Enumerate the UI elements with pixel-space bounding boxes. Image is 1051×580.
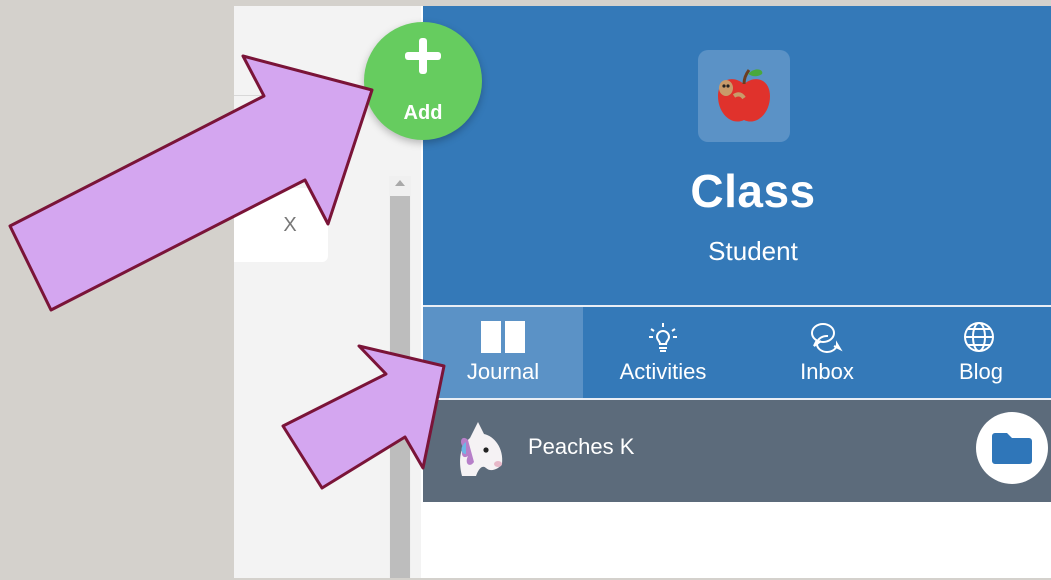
panel-divider — [234, 95, 374, 96]
tab-blog-label: Blog — [958, 359, 1004, 384]
folder-button[interactable] — [976, 412, 1048, 484]
tab-journal-label: Journal — [466, 359, 540, 384]
student-name: Peaches K — [528, 434, 635, 459]
folder-icon — [992, 433, 1032, 464]
tab-blog[interactable]: Blog — [911, 307, 1051, 399]
student-row[interactable] — [423, 400, 1051, 502]
unicorn-icon — [460, 414, 503, 476]
class-title: Class — [690, 165, 816, 217]
add-button[interactable]: Add — [364, 22, 482, 140]
tab-activities-label: Activities — [619, 359, 707, 384]
tab-inbox[interactable]: Inbox — [743, 307, 911, 399]
tab-journal[interactable]: Journal — [423, 307, 583, 399]
add-button-label: Add — [403, 102, 443, 124]
globe-icon — [964, 322, 994, 352]
class-subtitle: Student — [708, 236, 798, 266]
scroll-up-arrow-icon[interactable] — [395, 180, 405, 186]
tab-inbox-label: Inbox — [800, 359, 854, 384]
lightbulb-icon — [649, 323, 677, 352]
close-button[interactable]: X — [277, 212, 303, 238]
journal-content — [423, 502, 1051, 578]
chat-bubbles-icon — [811, 323, 843, 353]
class-icon — [698, 50, 790, 142]
apple-icon — [718, 69, 770, 122]
scrollbar-thumb[interactable] — [390, 196, 410, 578]
tab-activities[interactable]: Activities — [583, 307, 743, 399]
plus-icon — [405, 38, 441, 74]
book-icon — [481, 321, 525, 353]
